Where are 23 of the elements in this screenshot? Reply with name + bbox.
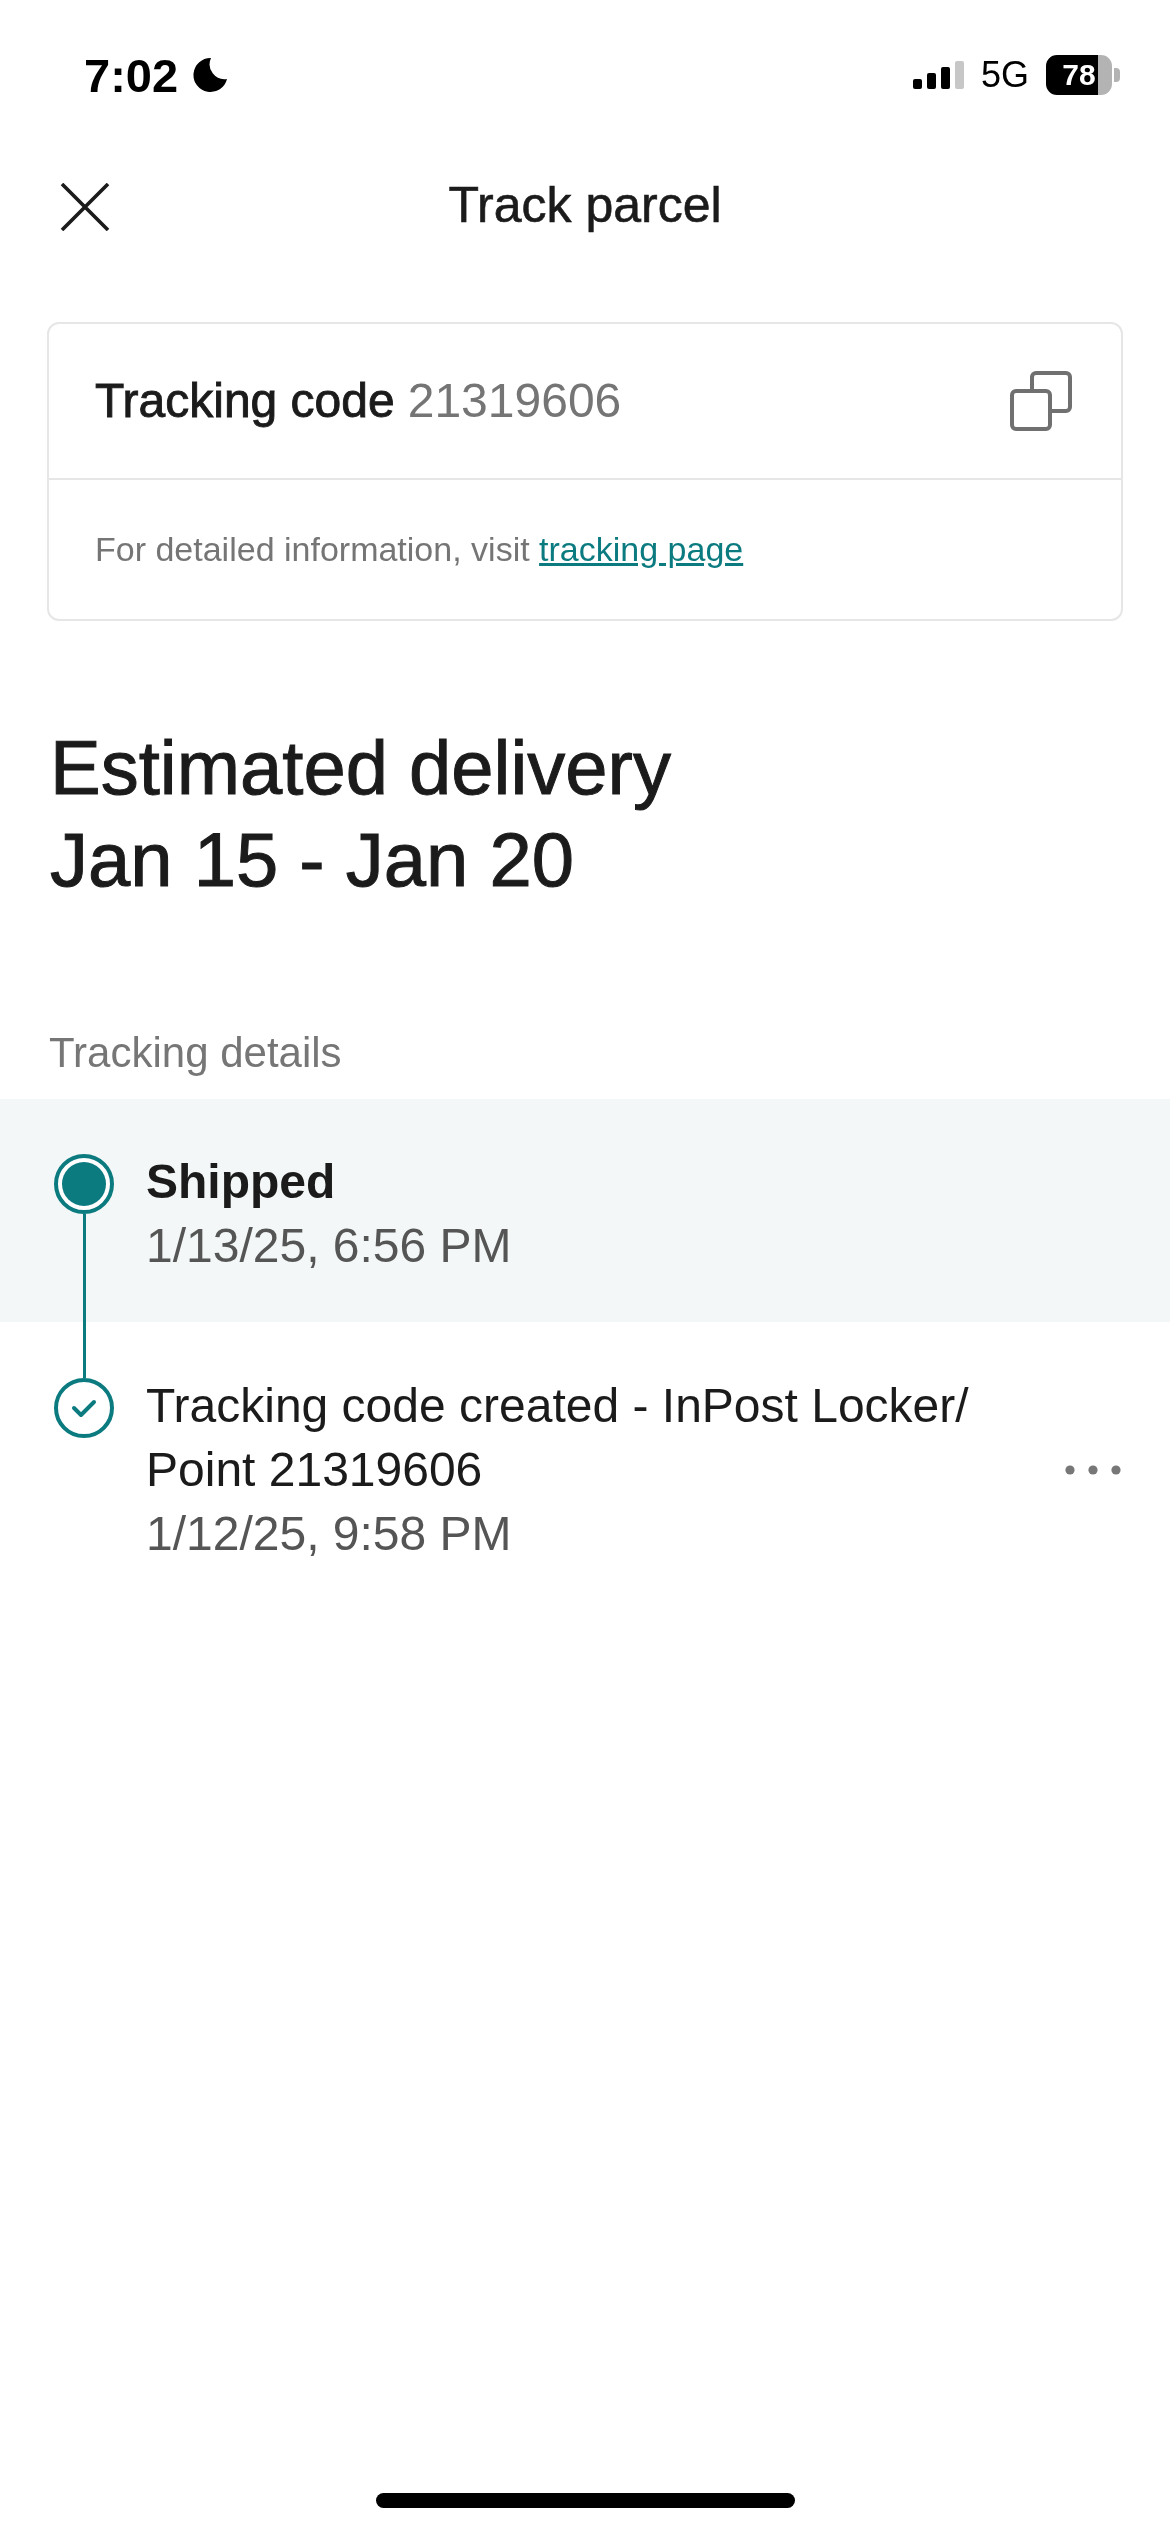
more-button[interactable] <box>1065 1465 1121 1475</box>
moon-icon <box>190 57 229 93</box>
battery-percentage: 78 <box>1062 60 1096 90</box>
network-type: 5G <box>980 57 1029 93</box>
section-label: Tracking details <box>49 1028 342 1078</box>
info-text: For detailed information, visit tracking page <box>95 529 744 570</box>
event-time: 1/13/25, 6:56 PM <box>146 1218 513 1274</box>
close-button[interactable] <box>60 183 110 231</box>
copy-icon <box>1010 371 1072 431</box>
event-title: Tracking code created - InPost Locker/ Point 21319606 <box>146 1378 970 1498</box>
delivery-date-range: Jan 15 - Jan 20 <box>50 816 574 904</box>
tracking-code-label: Tracking code <box>95 373 395 430</box>
close-icon <box>60 183 110 231</box>
status-time: 7:02 <box>84 51 179 99</box>
copy-button[interactable] <box>1010 371 1072 431</box>
signal-icon <box>912 61 964 89</box>
event-time: 1/12/25, 9:58 PM <box>146 1506 513 1562</box>
estimated-delivery-title: Estimated delivery <box>50 724 671 812</box>
tracking-code-value: 21319606 <box>407 373 622 430</box>
tracking-page-link[interactable]: tracking page <box>539 530 744 569</box>
event-title: Shipped <box>146 1154 337 1210</box>
more-icon <box>1065 1465 1121 1475</box>
page-title: Track parcel <box>448 176 722 235</box>
